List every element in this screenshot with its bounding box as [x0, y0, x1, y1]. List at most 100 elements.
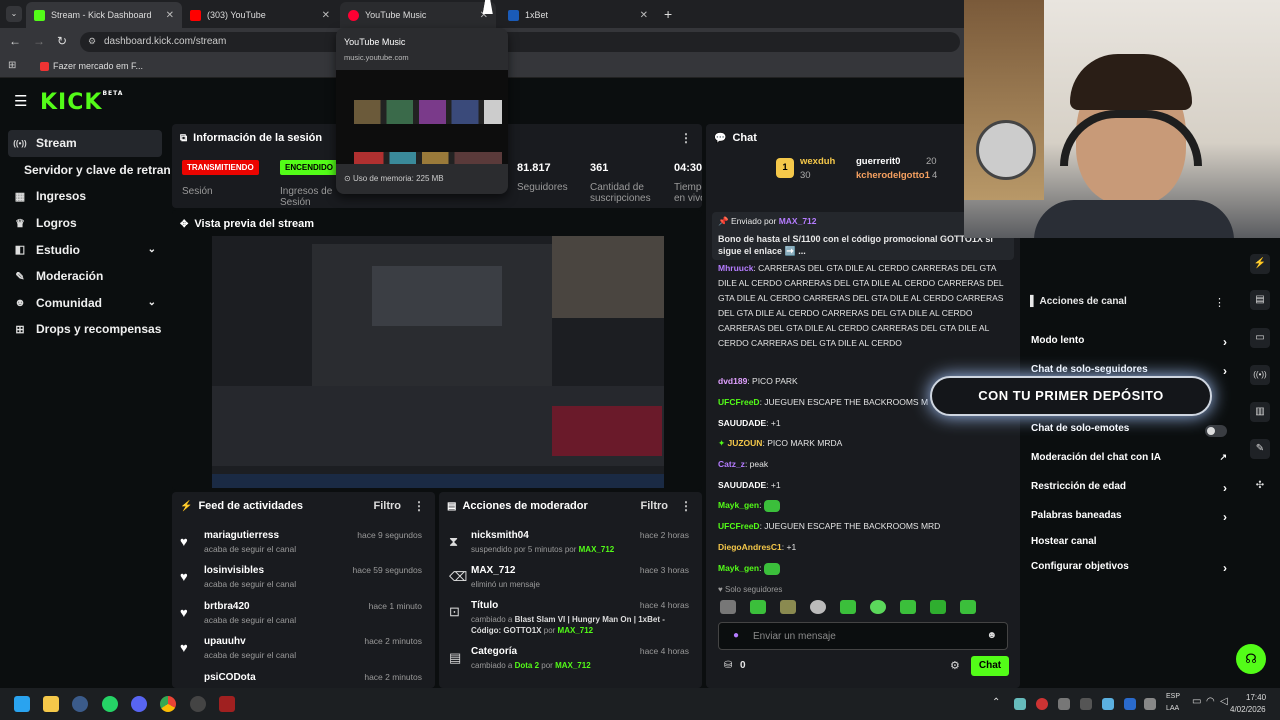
chat-input[interactable]: ● Enviar un mensaje ☻ — [718, 622, 1008, 650]
tab-1xbet[interactable]: 1xBet ✕ — [500, 2, 656, 28]
file-explorer-icon[interactable] — [43, 696, 59, 712]
support-chat-icon[interactable]: ☊ — [1236, 644, 1266, 674]
chevron-down-icon[interactable]: ⌄ — [148, 297, 156, 308]
sidebar-item-logros[interactable]: ♛ Logros — [0, 210, 170, 237]
mod-by[interactable]: MAX_712 — [555, 661, 591, 670]
chat-user[interactable]: Catz_z — [718, 459, 745, 469]
language-indicator[interactable]: ESP — [1166, 693, 1180, 700]
chat-user[interactable]: Mhruuck — [718, 263, 753, 273]
rail-chat-icon[interactable]: ▭ — [1250, 328, 1270, 348]
leader-name[interactable]: wexduh — [800, 156, 835, 167]
steam-icon[interactable] — [72, 696, 88, 712]
reload-icon[interactable]: ↻ — [57, 34, 67, 48]
sidebar-item-stream[interactable]: ((•)) Stream — [8, 130, 162, 157]
emote-icon[interactable] — [960, 600, 976, 614]
chat-user[interactable]: SAUUDADE — [718, 480, 766, 490]
more-options-icon[interactable]: ⋮ — [680, 131, 692, 145]
feed-name[interactable]: brtbra420 — [204, 601, 250, 612]
tray-app-icon[interactable] — [1036, 698, 1048, 710]
emote-icon[interactable] — [810, 600, 826, 614]
more-options-icon[interactable]: ⋮ — [1214, 296, 1225, 309]
apps-grid-icon[interactable]: ⊞ — [8, 60, 16, 71]
mod-extra[interactable]: Dota 2 — [515, 661, 539, 670]
forward-icon[interactable]: → — [33, 34, 45, 48]
rail-bolt-icon[interactable]: ⚡ — [1250, 254, 1270, 274]
emotes-only-toggle[interactable] — [1205, 425, 1227, 437]
chat-user[interactable]: dvd189 — [718, 376, 747, 386]
settings-icon[interactable]: ⚙ — [950, 659, 960, 672]
feed-name[interactable]: psiCODota — [204, 672, 256, 683]
clock-time[interactable]: 17:40 — [1246, 693, 1266, 702]
points-icon[interactable]: ⛁ — [724, 660, 732, 671]
emote-icon[interactable] — [720, 600, 736, 614]
tab-kick-dashboard[interactable]: Stream - Kick Dashboard ✕ — [26, 2, 182, 28]
wifi-icon[interactable]: ◠ — [1206, 696, 1215, 707]
tab-search-icon[interactable]: ⌄ — [6, 6, 22, 22]
filter-button[interactable]: Filtro — [641, 500, 669, 512]
rail-notes-icon[interactable]: ▤ — [1250, 290, 1270, 310]
microphone-icon[interactable]: ● — [733, 630, 739, 641]
chat-user[interactable]: Mayk_gen — [718, 563, 759, 573]
sidebar-item-drops[interactable]: ⊞ Drops y recompensas — [0, 316, 170, 343]
action-goals[interactable]: Configurar objetivos › — [1031, 561, 1231, 579]
action-age-restriction[interactable]: Restricción de edad › — [1031, 481, 1231, 499]
action-ai-moderation[interactable]: Moderación del chat con IA ↗ — [1031, 452, 1231, 470]
mod-name[interactable]: nicksmith04 — [471, 530, 529, 541]
new-tab-icon[interactable]: + — [664, 6, 672, 22]
action-emotes-only[interactable]: Chat de solo-emotes — [1031, 423, 1231, 441]
close-tab-icon[interactable]: ✕ — [322, 10, 330, 21]
sidebar-item-moderacion[interactable]: ✎ Moderación — [0, 263, 170, 290]
start-icon[interactable] — [14, 696, 30, 712]
tray-app-icon[interactable] — [1080, 698, 1092, 710]
sidebar-item-ingresos[interactable]: ▦ Ingresos — [0, 183, 170, 210]
action-host-channel[interactable]: Hostear canal — [1031, 536, 1231, 554]
tray-chevron-icon[interactable]: ⌃ — [992, 697, 1000, 708]
stream-video[interactable] — [212, 236, 664, 488]
chevron-down-icon[interactable]: ⌄ — [148, 244, 156, 255]
tab-youtube[interactable]: (303) YouTube ✕ — [182, 2, 338, 28]
rail-broadcast-icon[interactable]: ((•)) — [1250, 365, 1270, 385]
chat-user[interactable]: JUZOUN — [728, 438, 763, 448]
emoji-icon[interactable]: ☻ — [986, 630, 997, 641]
url-field[interactable]: ⚙ dashboard.kick.com/stream — [80, 32, 960, 52]
chat-user[interactable]: UFCFreeD — [718, 521, 760, 531]
tab-youtube-music[interactable]: YouTube Music ✕ — [340, 2, 496, 28]
close-tab-icon[interactable]: ✕ — [166, 10, 174, 21]
chrome-icon[interactable] — [160, 696, 176, 712]
tray-app-icon[interactable] — [1102, 698, 1114, 710]
volume-icon[interactable]: ◁ — [1220, 696, 1228, 707]
rail-wrench-icon[interactable]: ✎ — [1250, 439, 1270, 459]
monitor-icon[interactable]: ▭ — [1192, 696, 1201, 707]
feed-name[interactable]: upauuhv — [204, 636, 246, 647]
dota-icon[interactable] — [219, 696, 235, 712]
site-info-icon[interactable]: ⚙ — [88, 36, 96, 47]
action-banned-words[interactable]: Palabras baneadas › — [1031, 510, 1231, 528]
pinned-by[interactable]: MAX_712 — [779, 216, 817, 226]
feed-name[interactable]: mariagutierress — [204, 530, 279, 541]
kick-logo[interactable]: KICKBETA — [40, 90, 123, 115]
sidebar-item-estudio[interactable]: ◧ Estudio ⌄ — [0, 236, 170, 263]
chat-user[interactable]: DiegoAndresC1 — [718, 542, 782, 552]
tray-app-icon[interactable] — [1014, 698, 1026, 710]
more-options-icon[interactable]: ⋮ — [680, 499, 692, 513]
emote-icon[interactable] — [750, 600, 766, 614]
emote-icon[interactable] — [900, 600, 916, 614]
menu-icon[interactable]: ☰ — [14, 92, 27, 110]
sidebar-item-server-key[interactable]: Servidor y clave de retransmisión — [0, 157, 170, 184]
obs-icon[interactable] — [190, 696, 206, 712]
mod-by[interactable]: MAX_712 — [558, 626, 594, 635]
mod-by[interactable]: MAX_712 — [579, 545, 615, 554]
emote-icon[interactable] — [870, 600, 886, 614]
tray-app-icon[interactable] — [1144, 698, 1156, 710]
leader-name[interactable]: kcherodelgotto1 — [856, 170, 930, 181]
close-tab-icon[interactable]: ✕ — [640, 10, 648, 21]
chat-user[interactable]: Mayk_gen — [718, 500, 759, 510]
emote-icon[interactable] — [840, 600, 856, 614]
bookmark-item[interactable]: Fazer mercado em F... — [53, 61, 143, 71]
discord-icon[interactable] — [131, 696, 147, 712]
chat-user[interactable]: UFCFreeD — [718, 397, 760, 407]
chat-send-button[interactable]: Chat — [971, 656, 1009, 676]
feed-name[interactable]: losinvisibles — [204, 565, 264, 576]
back-icon[interactable]: ← — [9, 34, 21, 48]
leader-name[interactable]: guerrerit0 — [856, 156, 900, 167]
